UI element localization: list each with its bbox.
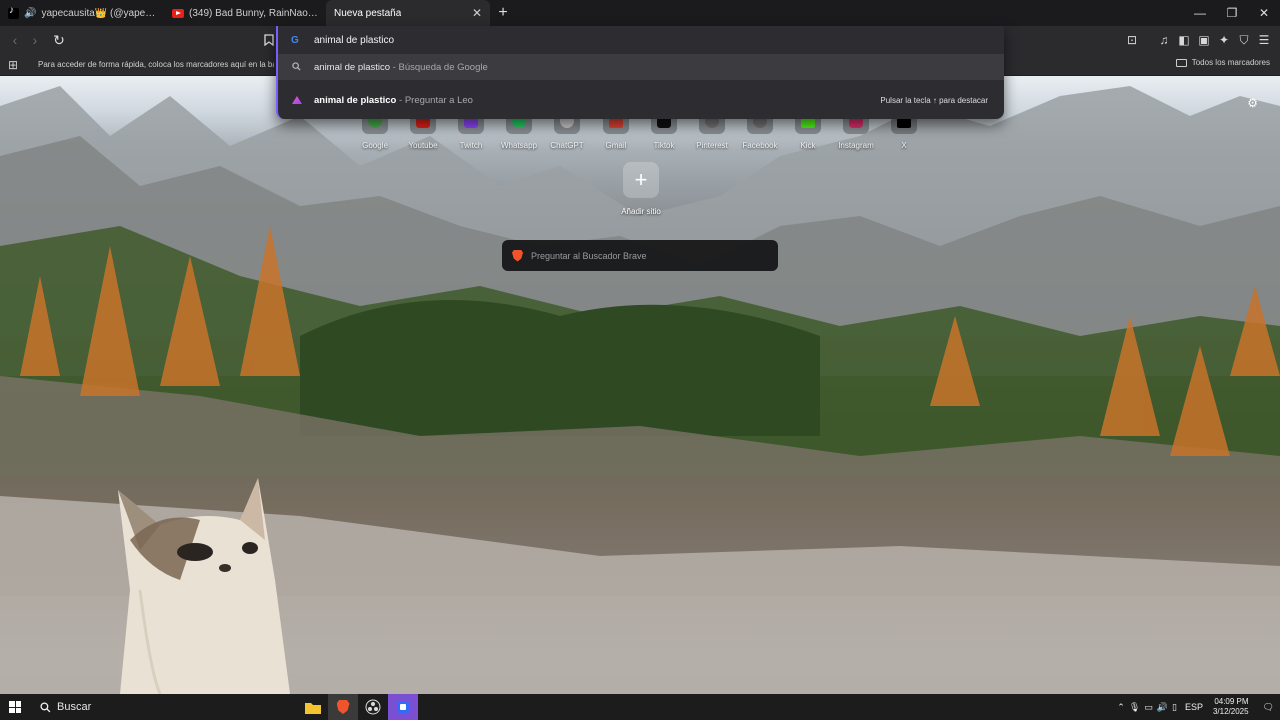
obs-taskbar-button[interactable] xyxy=(358,694,388,720)
battery-icon[interactable]: ▯ xyxy=(1172,702,1177,713)
obs-icon xyxy=(365,699,381,715)
language-indicator[interactable]: ESP xyxy=(1185,702,1203,712)
keyboard-hint: Pulsar la tecla ↑ para destacar xyxy=(880,95,988,105)
top-site-label: Google xyxy=(362,141,388,150)
vpn-shield-icon[interactable]: ⛉ xyxy=(1234,30,1254,50)
new-tab-button[interactable]: + xyxy=(490,0,516,26)
add-site-button[interactable]: + Añadir sitio xyxy=(614,162,668,216)
close-window-icon[interactable]: ✕ xyxy=(1248,0,1280,26)
address-input[interactable]: animal de plastico xyxy=(314,35,394,46)
search-icon xyxy=(40,701,51,712)
suggestion-google-search[interactable]: animal de plastico - Búsqueda de Google xyxy=(278,54,1004,80)
app-icon xyxy=(397,701,409,713)
media-icon[interactable]: ♫ xyxy=(1154,30,1174,50)
windows-icon xyxy=(9,701,21,713)
suggestion-suffix: - Preguntar a Leo xyxy=(396,94,473,106)
leo-icon xyxy=(292,96,302,104)
add-site-label: Añadir sitio xyxy=(621,207,661,216)
toolbar-right: ⊡ ♫ ◧ ▣ ✦ ⛉ ☰ xyxy=(1122,30,1274,50)
brave-taskbar-button[interactable] xyxy=(328,694,358,720)
tab-title: yapecausita👑 (@yapecausita0) - xyxy=(41,7,156,19)
minimize-icon[interactable]: — xyxy=(1184,0,1216,26)
wallet-icon[interactable]: ▣ xyxy=(1194,30,1214,50)
taskbar: Buscar ⌃ 🎙 ▭ 🔊 ▯ ESP 04:09 PM 3/12/2025 … xyxy=(0,694,1280,720)
tab-tiktok[interactable]: 🔊 yapecausita👑 (@yapecausita0) - xyxy=(0,0,164,26)
settings-gear-icon[interactable]: ⚙ xyxy=(1247,96,1258,110)
plus-icon: + xyxy=(623,162,659,198)
network-icon[interactable]: ▭ xyxy=(1144,702,1153,713)
reload-icon[interactable]: ↻ xyxy=(49,30,69,50)
notifications-icon[interactable]: 🗨 xyxy=(1263,702,1274,713)
omnibox-input-row[interactable]: G animal de plastico xyxy=(278,26,1004,54)
cat-overlay-image xyxy=(118,478,290,694)
tab-strip: 🔊 yapecausita👑 (@yapecausita0) - (349) B… xyxy=(0,0,1280,26)
top-site-label: Kick xyxy=(800,141,816,150)
google-icon: G xyxy=(291,34,299,46)
taskbar-search-label: Buscar xyxy=(57,701,92,713)
brave-lion-icon xyxy=(512,249,523,262)
bookmarks-hint: Para acceder de forma rápida, coloca los… xyxy=(38,60,274,69)
top-site-label: Gmail xyxy=(605,141,627,150)
clock[interactable]: 04:09 PM 3/12/2025 xyxy=(1213,697,1249,717)
top-site-label: ChatGPT xyxy=(550,141,584,150)
forward-icon[interactable]: › xyxy=(25,30,45,50)
leo-ai-icon[interactable]: ✦ xyxy=(1214,30,1234,50)
suggestion-text: animal de plastico - Búsqueda de Google xyxy=(314,62,488,73)
all-bookmarks-button[interactable]: Todos los marcadores xyxy=(1175,58,1270,67)
top-site-label: Whatsapp xyxy=(500,141,538,150)
cast-icon[interactable]: ⊡ xyxy=(1122,30,1142,50)
folder-icon xyxy=(305,702,321,714)
tab-title: (349) Bad Bunny, RainNao - PERFuMIT xyxy=(189,7,318,19)
apps-grid-icon[interactable]: ⊞ xyxy=(0,58,26,72)
search-icon xyxy=(292,61,301,73)
omnibox-dropdown: G animal de plastico animal de plastico … xyxy=(276,26,1004,119)
close-tab-icon[interactable]: ✕ xyxy=(472,6,482,20)
volume-icon[interactable]: 🔊 xyxy=(1157,702,1168,713)
tiktok-icon xyxy=(8,5,19,19)
suggestion-ask-leo[interactable]: animal de plastico - Preguntar a Leo Pul… xyxy=(278,86,1004,114)
restore-icon[interactable]: ❐ xyxy=(1216,0,1248,26)
back-icon[interactable]: ‹ xyxy=(5,30,25,50)
search-placeholder: Preguntar al Buscador Brave xyxy=(531,250,647,261)
top-site-label: Facebook xyxy=(742,141,778,150)
all-bookmarks-label: Todos los marcadores xyxy=(1191,58,1270,67)
top-site-label: Pinterest xyxy=(696,141,728,150)
suggestion-suffix: - Búsqueda de Google xyxy=(390,61,488,73)
suggestion-query: animal de plastico xyxy=(314,94,397,106)
suggestion-text: animal de plastico - Preguntar a Leo xyxy=(314,95,473,106)
microphone-icon[interactable]: 🎙 xyxy=(1129,702,1140,713)
top-site-label: Instagram xyxy=(838,141,874,150)
brave-icon xyxy=(336,700,350,714)
top-site-label: Youtube xyxy=(408,141,438,150)
brave-search-box[interactable]: Preguntar al Buscador Brave xyxy=(502,240,778,271)
browser-window: 🔊 yapecausita👑 (@yapecausita0) - (349) B… xyxy=(0,0,1280,720)
chevron-up-icon[interactable]: ⌃ xyxy=(1117,702,1125,713)
menu-icon[interactable]: ☰ xyxy=(1254,30,1274,50)
window-controls: — ❐ ✕ xyxy=(1184,0,1280,26)
tab-youtube[interactable]: (349) Bad Bunny, RainNao - PERFuMIT xyxy=(164,0,326,26)
tab-title: Nueva pestaña xyxy=(334,7,402,19)
clock-date: 3/12/2025 xyxy=(1212,707,1249,716)
file-explorer-button[interactable] xyxy=(298,694,328,720)
suggestion-query: animal de plastico xyxy=(314,61,391,73)
top-site-label: Tiktok xyxy=(653,141,675,150)
folder-icon xyxy=(1175,58,1187,67)
youtube-icon xyxy=(172,8,184,18)
top-site-label: X xyxy=(901,141,907,150)
tab-new-tab[interactable]: Nueva pestaña ✕ xyxy=(326,0,490,26)
sidebar-icon[interactable]: ◧ xyxy=(1174,30,1194,50)
system-tray: ⌃ 🎙 ▭ 🔊 ▯ ESP 04:09 PM 3/12/2025 🗨 xyxy=(1117,694,1280,720)
start-button[interactable] xyxy=(0,694,30,720)
speaker-icon[interactable]: 🔊 xyxy=(24,8,36,19)
editor-taskbar-button[interactable] xyxy=(388,694,418,720)
taskbar-search[interactable]: Buscar xyxy=(34,695,126,719)
clock-time: 04:09 PM xyxy=(1214,697,1249,706)
top-site-label: Twitch xyxy=(459,141,483,150)
